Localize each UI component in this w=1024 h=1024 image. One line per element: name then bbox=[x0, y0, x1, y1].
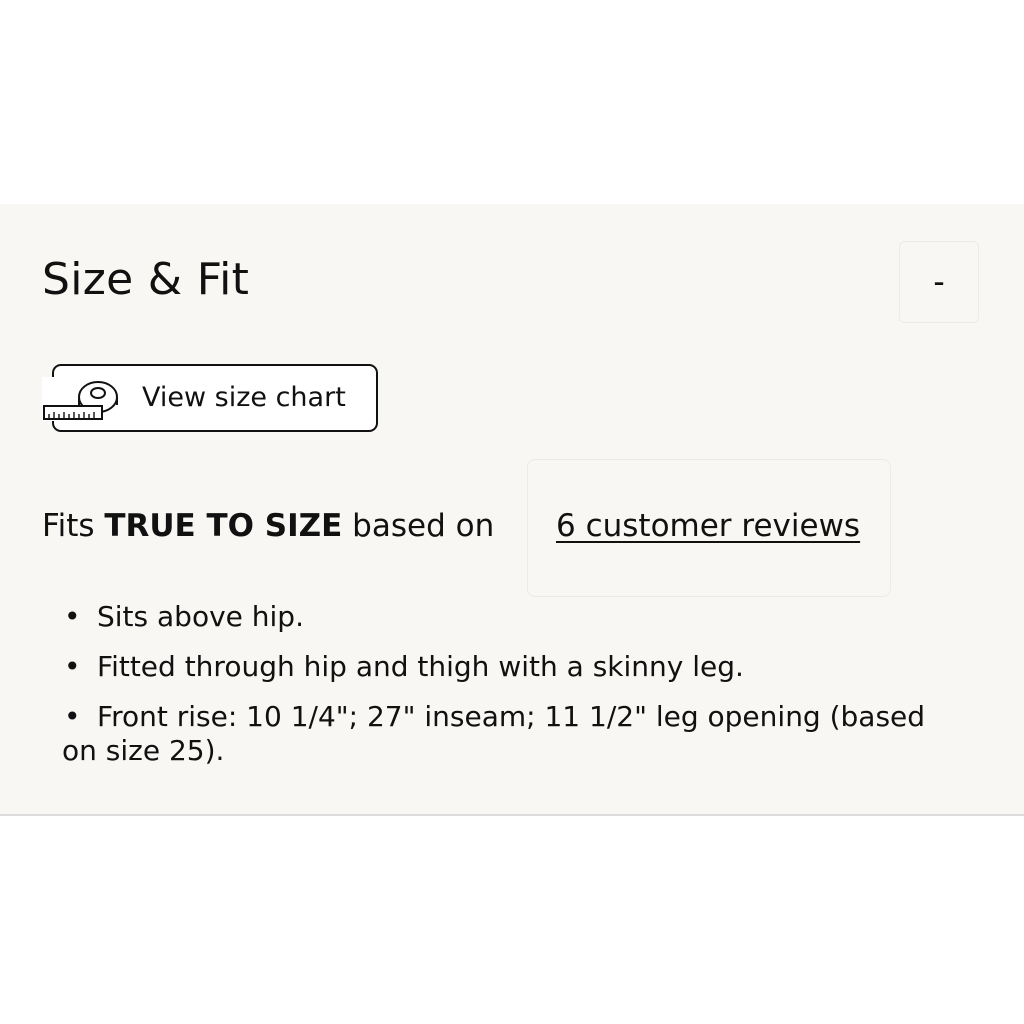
list-item: Sits above hip. bbox=[62, 600, 962, 634]
customer-reviews-link[interactable]: 6 customer reviews bbox=[556, 505, 860, 547]
measuring-tape-icon bbox=[42, 377, 122, 421]
fit-rating: TRUE TO SIZE bbox=[104, 508, 343, 544]
page: Size & Fit - View size chart Fits TRUE T… bbox=[0, 0, 1024, 1024]
fit-prefix: Fits bbox=[42, 508, 105, 544]
view-size-chart-button[interactable]: View size chart bbox=[42, 364, 378, 432]
list-item: Fitted through hip and thigh with a skin… bbox=[62, 650, 962, 684]
size-chart-label: View size chart bbox=[142, 382, 346, 413]
list-item: Front rise: 10 1/4"; 27" inseam; 11 1/2"… bbox=[62, 700, 962, 768]
fit-middle: based on bbox=[342, 508, 495, 544]
section-title: Size & Fit bbox=[42, 254, 250, 305]
fit-details-list: Sits above hip. Fitted through hip and t… bbox=[62, 600, 962, 784]
collapse-button[interactable]: - bbox=[899, 241, 979, 323]
fit-summary: Fits TRUE TO SIZE based on bbox=[42, 505, 494, 547]
